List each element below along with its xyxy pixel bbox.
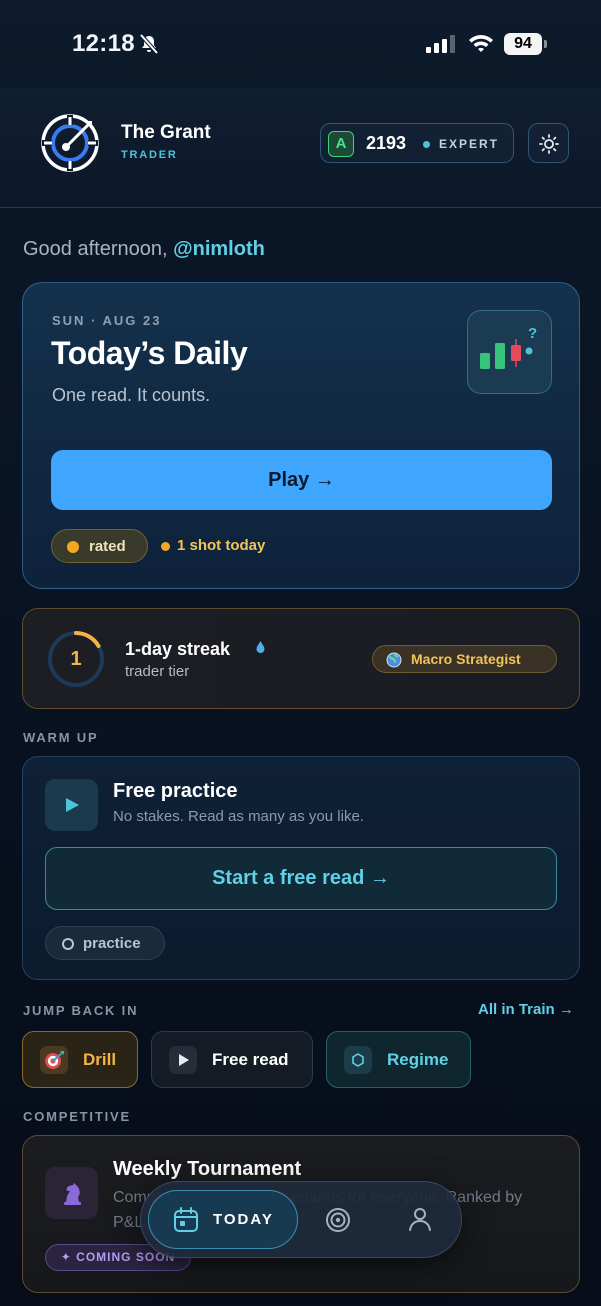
rated-label: rated bbox=[89, 538, 126, 555]
chip-regime[interactable]: Regime bbox=[326, 1031, 471, 1088]
start-free-read-button[interactable]: Start a free read → bbox=[45, 847, 557, 910]
target-icon[interactable] bbox=[325, 1207, 351, 1233]
tier-label: Macro Strategist bbox=[411, 651, 521, 667]
svg-text:?: ? bbox=[528, 325, 537, 342]
shots-dot bbox=[161, 542, 170, 551]
daily-card: SUN · AUG 23 Today’s Daily One read. It … bbox=[22, 282, 580, 589]
play-button[interactable]: Play → bbox=[51, 450, 552, 510]
chess-knight-icon bbox=[45, 1167, 98, 1219]
wifi-icon bbox=[469, 35, 493, 52]
play-triangle-icon bbox=[66, 798, 79, 812]
daily-title: Today’s Daily bbox=[51, 335, 248, 371]
target-dart-icon bbox=[40, 1046, 68, 1074]
rating-value: 2193 bbox=[366, 133, 407, 153]
greeting-text: Good afternoon, bbox=[23, 238, 174, 260]
practice-title: Free practice bbox=[113, 780, 238, 802]
rated-dot bbox=[67, 541, 79, 553]
free-practice-card: Free practice No stakes. Read as many as… bbox=[22, 756, 580, 980]
practice-subtitle: No stakes. Read as many as you like. bbox=[113, 808, 364, 825]
brand-subtitle: TRADER bbox=[121, 149, 178, 161]
brand-name: The Grant bbox=[121, 122, 211, 143]
app-header: The Grant TRADER A 2193 EXPERT bbox=[0, 88, 601, 208]
droplet-icon bbox=[256, 641, 265, 653]
candlestick-question-icon: ? bbox=[467, 310, 552, 394]
streak-title: 1-day streak bbox=[125, 639, 231, 659]
nav-tab-today[interactable]: TODAY bbox=[148, 1190, 298, 1249]
rating-dot bbox=[423, 141, 430, 148]
rating-badge[interactable]: A 2193 EXPERT bbox=[320, 123, 514, 163]
calendar-icon bbox=[174, 1207, 198, 1232]
grade-badge: A bbox=[328, 131, 354, 157]
chip-free-read-label: Free read bbox=[212, 1050, 289, 1069]
daily-date: SUN · AUG 23 bbox=[52, 313, 162, 328]
section-competitive: COMPETITIVE bbox=[23, 1109, 131, 1124]
cellular-signal-icon bbox=[426, 35, 455, 53]
tier-badge[interactable]: Macro Strategist bbox=[372, 645, 557, 673]
bottom-nav: TODAY bbox=[140, 1181, 462, 1258]
sun-icon bbox=[539, 134, 559, 154]
streak-count: 1 bbox=[70, 648, 82, 670]
hexagon-icon bbox=[344, 1046, 372, 1074]
practice-ring-icon bbox=[62, 938, 74, 950]
streak-subtitle: trader tier bbox=[125, 663, 190, 680]
all-in-train-link[interactable]: All in Train → bbox=[478, 1001, 574, 1018]
globe-icon bbox=[386, 652, 402, 668]
nav-today-label: TODAY bbox=[213, 1211, 274, 1228]
chip-drill-label: Drill bbox=[83, 1050, 117, 1069]
tournament-title: Weekly Tournament bbox=[113, 1158, 302, 1180]
play-icon bbox=[169, 1046, 197, 1074]
rating-tier: EXPERT bbox=[439, 137, 500, 151]
battery-icon: 94 bbox=[504, 33, 548, 55]
battery-level: 94 bbox=[504, 33, 542, 55]
greeting: Good afternoon, @nimloth bbox=[23, 238, 265, 261]
brand-logo-icon bbox=[41, 114, 99, 172]
shots-remaining: 1 shot today bbox=[177, 537, 266, 554]
profile-icon[interactable] bbox=[407, 1206, 433, 1232]
chip-drill[interactable]: Drill bbox=[22, 1031, 138, 1088]
practice-badge: practice bbox=[45, 926, 165, 960]
chip-free-read[interactable]: Free read bbox=[151, 1031, 313, 1088]
practice-badge-label: practice bbox=[83, 935, 141, 952]
username-handle[interactable]: @nimloth bbox=[173, 238, 265, 260]
bell-muted-icon bbox=[139, 33, 159, 55]
theme-toggle-button[interactable] bbox=[528, 123, 569, 163]
section-jump-back: JUMP BACK IN bbox=[23, 1003, 139, 1018]
daily-subtitle: One read. It counts. bbox=[52, 385, 211, 405]
status-bar: 12:18 94 bbox=[0, 0, 601, 88]
streak-card[interactable]: 1 1-day streak trader tier Macro Strateg… bbox=[22, 608, 580, 709]
chip-regime-label: Regime bbox=[387, 1050, 449, 1069]
rated-badge: rated bbox=[51, 529, 148, 563]
clock: 12:18 bbox=[72, 30, 135, 57]
practice-icon bbox=[45, 779, 98, 831]
section-warmup: WARM UP bbox=[23, 730, 99, 745]
